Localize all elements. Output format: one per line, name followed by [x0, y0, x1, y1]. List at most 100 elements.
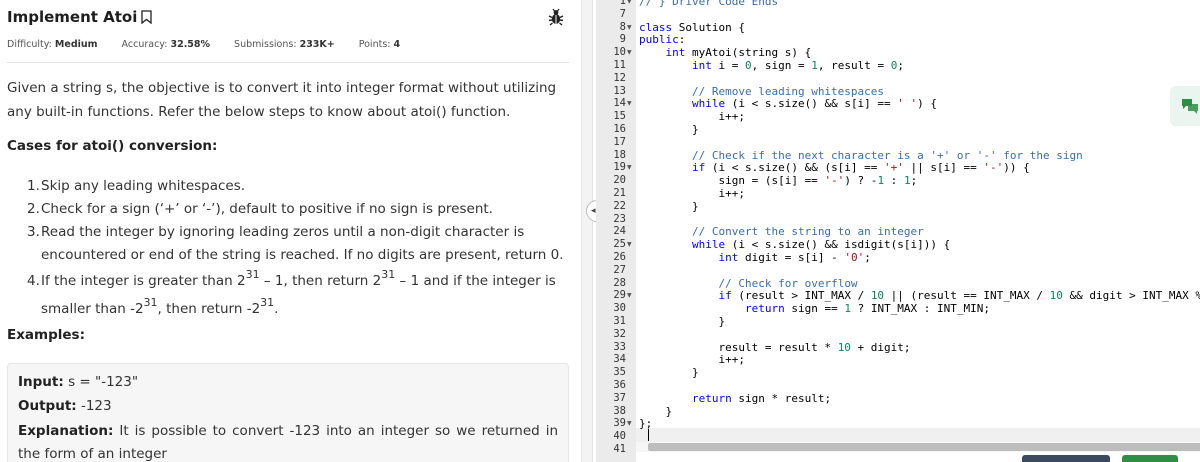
fold-toggle-icon[interactable]: ▼ [627, 100, 632, 107]
fold-toggle-icon[interactable]: ▼ [627, 49, 632, 56]
line-number: 23 [613, 212, 626, 225]
line-number: 1 [619, 0, 626, 7]
accuracy-value: 32.58% [170, 39, 211, 50]
examples-heading: Examples: [7, 327, 85, 343]
bookmark-icon[interactable] [141, 10, 153, 25]
line-number: 16 [613, 123, 626, 135]
step-text: Check for a sign (‘+’ or ‘-’), default t… [41, 201, 493, 217]
fold-toggle-icon[interactable]: ▼ [627, 24, 632, 31]
line-number: 41 [613, 443, 626, 455]
accuracy-label: Accuracy: [121, 39, 168, 50]
fold-toggle-icon[interactable]: ▼ [627, 420, 632, 427]
list-item: 3. Read the integer by ignoring leading z… [27, 221, 572, 267]
code-line: // Check for overflow [718, 276, 858, 290]
submissions-label: Submissions: [234, 39, 297, 50]
list-item: 1. Skip any leading whitespaces. [27, 175, 572, 198]
code-line: int myAtoi(string s) { [665, 46, 812, 60]
step-text: , then return -2 [157, 301, 261, 317]
difficulty-value: Medium [54, 39, 98, 50]
pane-splitter[interactable] [581, 0, 593, 462]
exponent: 31 [260, 296, 275, 309]
cases-heading: Cases for atoi() conversion: [7, 138, 218, 154]
output-value: -123 [80, 398, 112, 414]
code-line: } [639, 199, 699, 213]
chat-icon[interactable] [1170, 86, 1200, 126]
line-number: 32 [613, 327, 626, 340]
line-number: 39 [613, 417, 626, 430]
output-label: Output: [18, 398, 77, 414]
line-number: 37 [613, 391, 626, 404]
horizontal-scrollbar[interactable] [636, 442, 1200, 452]
code-line: result = result * 10 + digit; [639, 340, 911, 354]
code-line: } [639, 366, 699, 380]
problem-title-row: Implement Atoi [7, 8, 153, 26]
line-number: 25 [613, 238, 626, 251]
line-number: 30 [613, 302, 626, 315]
explanation-label: Explanation: [18, 423, 114, 439]
submit-button[interactable] [1122, 455, 1178, 462]
exponent: 31 [143, 296, 158, 309]
problem-description: Given a string s, the objective is to co… [7, 80, 557, 120]
code-line: } [639, 123, 699, 136]
line-number: 9 [619, 33, 626, 46]
line-number: 21 [613, 187, 626, 199]
points-label: Points: [358, 39, 391, 50]
line-number: 14 [613, 97, 626, 110]
line-number: 34 [613, 353, 626, 366]
line-number: 36 [613, 379, 626, 391]
line-number: 35 [613, 366, 626, 379]
code-line: if (result > INT_MAX / 10 || (result == … [718, 289, 1200, 303]
code-line: // } Driver Code Ends [639, 0, 779, 8]
step-number: 3. [27, 224, 40, 240]
line-number: 11 [613, 59, 626, 71]
fold-toggle-icon[interactable]: ▼ [627, 164, 632, 171]
code-line: public: [639, 33, 686, 47]
difficulty: Difficulty: Medium [7, 39, 98, 50]
example-box: Input: s = "-123" Output: -123 Explanati… [7, 363, 569, 462]
step-number: 4. [27, 273, 40, 289]
step-text: Skip any leading whitespaces. [41, 178, 246, 194]
code-line: while (i < s.size() && s[i] == ' ') { [691, 97, 938, 111]
code-line: i++; [639, 353, 745, 367]
line-number: 8 [619, 20, 626, 33]
example-output: Output: -123 [18, 398, 112, 414]
line-number: 15 [613, 110, 626, 123]
scrollbar-thumb[interactable] [648, 443, 1200, 451]
fold-toggle-icon[interactable]: ▼ [627, 0, 632, 5]
bug-report-icon[interactable] [548, 8, 564, 26]
line-number: 10 [613, 46, 626, 59]
code-line: sign = (s[i] == '-') ? -1 : 1; [639, 174, 918, 188]
input-label: Input: [18, 374, 64, 390]
line-number: 13 [613, 84, 626, 97]
list-item: 2. Check for a sign (‘+’ or ‘-’), default… [27, 198, 572, 221]
compile-run-button[interactable] [1022, 455, 1110, 462]
code-line: i++; [639, 110, 745, 124]
fold-toggle-icon[interactable]: ▼ [627, 241, 632, 248]
fold-toggle-icon[interactable]: ▼ [627, 292, 632, 299]
steps-list: 1. Skip any leading whitespaces. 2. Check … [27, 175, 572, 323]
line-number: 19 [613, 161, 626, 174]
code-line: // Convert the string to an integer [691, 225, 924, 239]
code-line: } [639, 315, 726, 328]
step-text: – 1, then return 2 [259, 273, 382, 289]
code-line: class Solution { [639, 20, 745, 34]
line-number-gutter: 1 ▼ 7 8 ▼ 9 10 ▼ 11 12 13 14 ▼ 15 16 17 18 19 ▼ 20 21 22 23 24 2… [596, 0, 636, 462]
points: Points: 4 [359, 39, 400, 50]
code-line: return sign * result; [691, 391, 832, 405]
code-line: int i = 0, sign = 1, result = 0; [691, 59, 904, 72]
step-number: 1. [27, 178, 40, 194]
code-editor[interactable]: 1 ▼ 7 8 ▼ 9 10 ▼ 11 12 13 14 ▼ 15 16 17 18 19 ▼ 20 21 22 23 24 2… [596, 0, 1200, 462]
step-text: Read the integer by ignoring leading zer… [41, 224, 564, 263]
difficulty-label: Difficulty: [7, 39, 52, 50]
code-line: while (i < s.size() && isdigit(s[i])) { [691, 238, 951, 252]
example-explanation: Explanation: It is possible to convert -… [18, 420, 558, 462]
points-value: 4 [393, 39, 401, 50]
line-number: 7 [619, 7, 626, 20]
problem-title: Implement Atoi [7, 8, 138, 26]
submissions-value: 233K+ [299, 39, 335, 50]
problem-panel: Implement Atoi Difficulty: Medium Accura… [0, 0, 581, 462]
header-divider [7, 62, 569, 63]
exponent: 31 [381, 268, 396, 281]
line-number: 22 [613, 199, 626, 212]
step-number: 2. [27, 201, 40, 217]
